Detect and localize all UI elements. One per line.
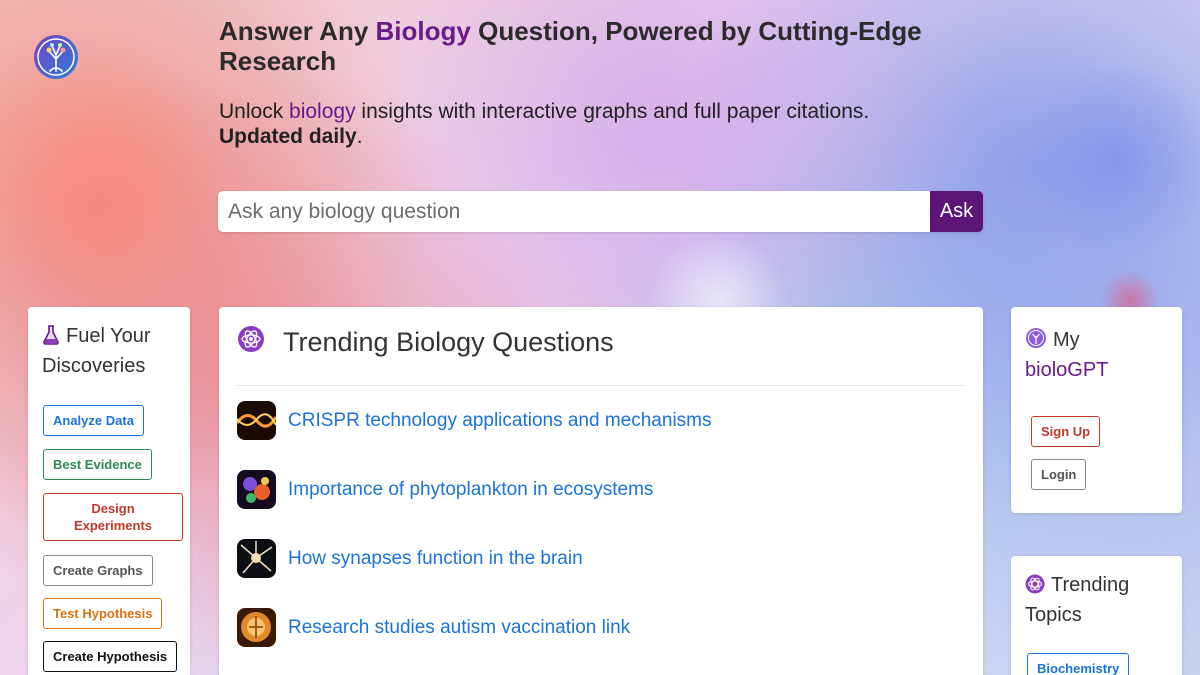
list-item[interactable]: CRISPR technology applications and mecha… [237,386,965,455]
search-bar: Ask [218,191,983,232]
topic-biochemistry-button[interactable]: Biochemistry [1027,653,1130,675]
cell-thumb [237,608,276,647]
discoveries-panel: Fuel Your Discoveries Analyze Data Best … [28,307,190,675]
list-item[interactable]: Importance of phytoplankton in ecosystem… [237,455,965,524]
subtitle-highlight: biology [289,100,356,123]
title-highlight: Biology [375,16,471,46]
questions-list: CRISPR technology applications and mecha… [237,386,965,662]
list-item[interactable]: How synapses function in the brain [237,524,965,593]
ask-button[interactable]: Ask [930,191,983,232]
trending-questions-title-text: Trending Biology Questions [283,326,614,357]
design-experiments-button[interactable]: Design Experiments [43,493,183,541]
atom-icon [1025,574,1045,602]
create-graphs-button[interactable]: Create Graphs [43,555,153,586]
dna-thumb [237,401,276,440]
question-link[interactable]: Research studies autism vaccination link [288,617,630,639]
trending-questions-title: Trending Biology Questions [237,325,965,359]
search-input[interactable] [218,191,930,232]
analyze-data-button[interactable]: Analyze Data [43,405,144,436]
subtitle-bold: Updated daily [219,125,357,148]
account-title: My bioloGPT [1025,327,1168,384]
app-logo[interactable] [32,33,80,81]
robot-logo-icon [820,628,862,656]
subtitle-end: . [356,125,363,148]
subtitle-post: insights with interactive graphs and ful… [355,100,870,123]
sign-up-button[interactable]: Sign Up [1031,416,1101,447]
topics-panel: Trending Topics Biochemistry [1011,556,1182,675]
watermark-brand: AI工具集 [870,642,950,663]
login-button[interactable]: Login [1031,459,1087,490]
page-subtitle: Unlock biology insights with interactive… [219,99,979,149]
best-evidence-button[interactable]: Best Evidence [43,449,152,480]
atom-icon [237,325,265,360]
title-pre: Answer Any [219,16,376,46]
test-hypothesis-button[interactable]: Test Hypothesis [43,598,163,629]
question-link[interactable]: How synapses function in the brain [288,548,583,570]
account-title-brand: bioloGPT [1025,359,1109,381]
tree-of-life-icon [34,35,78,79]
question-link[interactable]: Importance of phytoplankton in ecosystem… [288,479,653,501]
trending-questions-panel: Trending Biology Questions CRISPR techno… [219,307,983,675]
biologpt-logo-icon [1025,327,1047,357]
plankton-thumb [237,470,276,509]
discoveries-title: Fuel Your Discoveries [42,323,176,380]
account-panel: My bioloGPT Sign Up Login [1011,307,1182,513]
topics-title: Trending Topics [1025,572,1168,629]
page-title: Answer Any Biology Question, Powered by … [219,16,979,76]
watermark-url: ai-bot.cn [872,622,957,638]
flask-icon [42,325,60,353]
neuron-thumb [237,539,276,578]
question-link[interactable]: CRISPR technology applications and mecha… [288,410,712,432]
watermark: ai-bot.cn AI工具集 [818,622,968,663]
account-title-pre: My [1053,329,1080,351]
create-hypothesis-button[interactable]: Create Hypothesis [43,641,178,672]
subtitle-pre: Unlock [219,100,290,123]
